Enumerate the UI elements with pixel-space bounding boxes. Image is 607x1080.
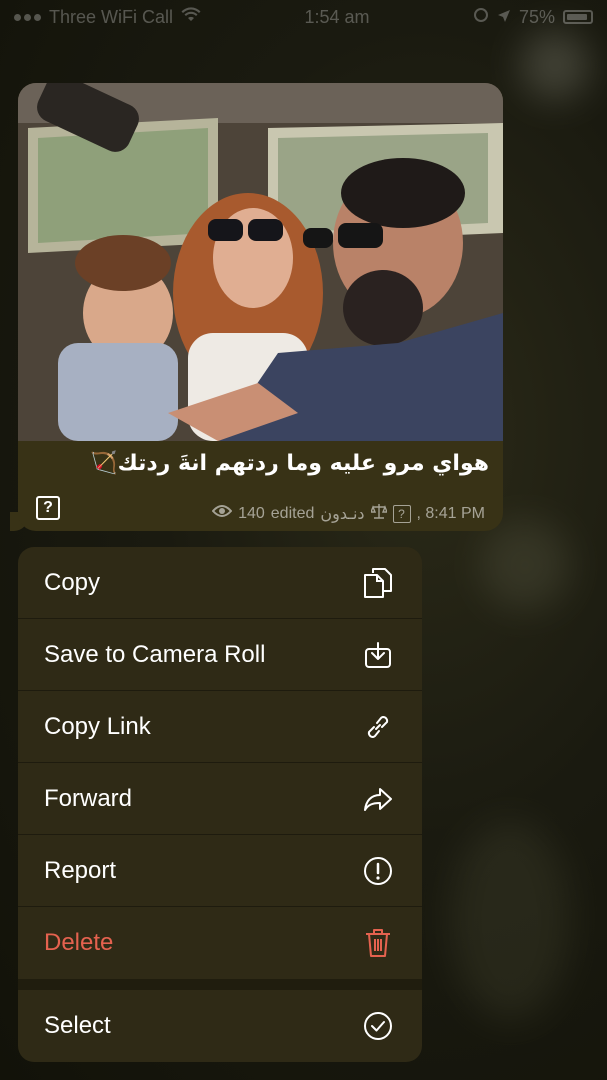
menu-item-label: Copy (44, 568, 101, 596)
message-time: , 8:41 PM (416, 504, 485, 522)
battery-percent: 75% (518, 6, 555, 27)
wifi-icon (181, 6, 201, 28)
message-photo[interactable] (18, 83, 503, 441)
status-bar: Three WiFi Call 1:54 am 75% (0, 0, 607, 34)
menu-item-delete[interactable]: Delete (18, 907, 422, 979)
check-circle-icon (362, 1010, 394, 1042)
scales-icon (369, 503, 388, 524)
clock: 1:54 am (304, 6, 370, 27)
location-icon (497, 7, 511, 28)
menu-item-save-to-camera-roll[interactable]: Save to Camera Roll (18, 619, 422, 691)
alert-icon (362, 855, 394, 887)
menu-item-label: Copy Link (44, 712, 151, 740)
message-caption: هواي مرو عليه وما ردتهم انةَ ردتك🏹 (90, 451, 489, 476)
menu-item-label: Forward (44, 784, 133, 812)
menu-item-select[interactable]: Select (18, 990, 422, 1062)
battery-icon (563, 10, 593, 24)
eye-icon (211, 504, 233, 523)
background-blur (520, 30, 590, 100)
link-icon (362, 711, 394, 743)
download-icon (362, 639, 394, 671)
menu-item-label: Save to Camera Roll (44, 640, 266, 668)
copy-icon (362, 567, 394, 599)
menu-item-label: Delete (44, 929, 114, 956)
author-signature: دنـدون (320, 504, 365, 523)
menu-item-forward[interactable]: Forward (18, 763, 422, 835)
menu-separator (18, 979, 422, 990)
photo-image (18, 83, 503, 441)
menu-item-copy-link[interactable]: Copy Link (18, 691, 422, 763)
menu-item-report[interactable]: Report (18, 835, 422, 907)
lock-rotation-icon (473, 7, 489, 28)
forward-icon (362, 783, 394, 815)
views-count: 140 (238, 504, 265, 522)
background-blur (480, 520, 570, 610)
help-mini-icon: ? (392, 504, 411, 523)
help-badge: ? (36, 496, 60, 520)
background-blur (450, 820, 570, 1020)
message-meta: 140 edited دنـدون ? , 8:41 PM (211, 503, 485, 524)
menu-item-copy[interactable]: Copy (18, 547, 422, 619)
menu-item-label: Select (44, 1012, 111, 1039)
signal-icon (14, 13, 41, 21)
trash-icon (362, 927, 394, 959)
message-bubble[interactable]: هواي مرو عليه وما ردتهم انةَ ردتك🏹 ? 140… (18, 83, 503, 531)
carrier-label: Three WiFi Call (49, 6, 174, 27)
edited-label: edited (270, 504, 315, 522)
menu-item-label: Report (44, 856, 117, 884)
context-menu: Copy Save to Camera Roll Copy Link Forwa… (18, 547, 422, 1062)
